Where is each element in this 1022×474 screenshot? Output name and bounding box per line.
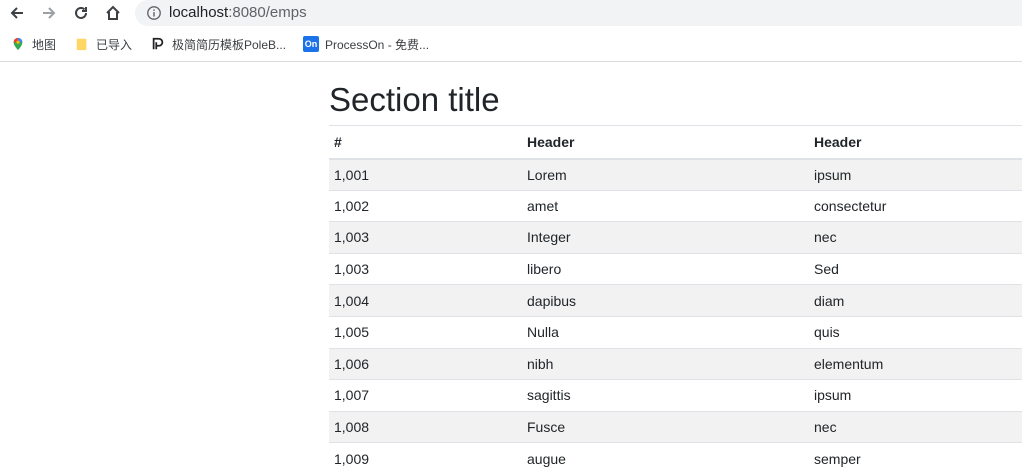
processon-badge: On <box>303 36 319 52</box>
info-icon[interactable] <box>145 4 163 22</box>
table-row: 1,001Loremipsum <box>329 159 1022 191</box>
table-cell: nibh <box>522 348 809 380</box>
url-path: :8080/emps <box>228 4 306 21</box>
table-cell: dapibus <box>522 285 809 317</box>
table-row: 1,004dapibusdiam <box>329 285 1022 317</box>
table-cell: diam <box>809 285 1022 317</box>
table-cell: 1,006 <box>329 348 522 380</box>
poleb-icon <box>150 36 166 52</box>
data-table: # Header Header 1,001Loremipsum1,002amet… <box>329 125 1022 474</box>
home-button[interactable] <box>100 0 126 26</box>
table-header-row: # Header Header <box>329 126 1022 159</box>
back-arrow-icon <box>8 4 26 22</box>
url-text[interactable]: localhost:8080/emps <box>169 4 307 22</box>
table-cell: Fusce <box>522 411 809 443</box>
data-table-container: # Header Header 1,001Loremipsum1,002amet… <box>329 125 1022 474</box>
table-cell: amet <box>522 190 809 222</box>
table-cell: 1,001 <box>329 159 522 191</box>
table-cell: Integer <box>522 222 809 254</box>
address-bar[interactable]: localhost:8080/emps <box>135 0 1022 26</box>
table-row: 1,007sagittisipsum <box>329 380 1022 412</box>
table-row: 1,008Fuscenec <box>329 411 1022 443</box>
table-row: 1,005Nullaquis <box>329 316 1022 348</box>
table-cell: 1,009 <box>329 443 522 474</box>
reload-button[interactable] <box>68 0 94 26</box>
table-cell: Sed <box>809 253 1022 285</box>
forward-button[interactable] <box>36 0 62 26</box>
column-header: Header <box>522 126 809 159</box>
table-cell: 1,005 <box>329 316 522 348</box>
table-cell: Nulla <box>522 316 809 348</box>
bookmarks-bar: 地图 已导入 极简简历模板PoleB... On ProcessOn - 免费.… <box>0 26 1022 62</box>
back-button[interactable] <box>4 0 30 26</box>
table-cell: 1,003 <box>329 253 522 285</box>
bookmark-poleb[interactable]: 极简简历模板PoleB... <box>150 34 286 54</box>
table-body: 1,001Loremipsum1,002ametconsectetur1,003… <box>329 159 1022 474</box>
table-cell: consectetur <box>809 190 1022 222</box>
table-row: 1,009auguesemper <box>329 443 1022 474</box>
page-title: Section title <box>329 80 500 120</box>
url-host: localhost <box>169 4 228 21</box>
table-cell: ipsum <box>809 380 1022 412</box>
table-cell: semper <box>809 443 1022 474</box>
table-cell: quis <box>809 316 1022 348</box>
table-cell: 1,007 <box>329 380 522 412</box>
table-cell: Lorem <box>522 159 809 191</box>
column-header-number: # <box>329 126 522 159</box>
maps-pin-icon <box>10 36 26 52</box>
table-row: 1,003liberoSed <box>329 253 1022 285</box>
bookmark-imported[interactable]: 已导入 <box>74 34 132 54</box>
table-cell: libero <box>522 253 809 285</box>
bookmark-label: 地图 <box>32 36 56 53</box>
table-cell: 1,008 <box>329 411 522 443</box>
processon-icon: On <box>303 36 319 52</box>
browser-toolbar: localhost:8080/emps <box>0 0 1022 26</box>
bookmark-label: ProcessOn - 免费... <box>325 36 429 53</box>
table-row: 1,002ametconsectetur <box>329 190 1022 222</box>
bookmark-maps[interactable]: 地图 <box>10 34 56 54</box>
folder-icon <box>74 36 90 52</box>
table-row: 1,006nibhelementum <box>329 348 1022 380</box>
table-cell: elementum <box>809 348 1022 380</box>
bookmark-processon[interactable]: On ProcessOn - 免费... <box>303 34 429 54</box>
table-cell: 1,004 <box>329 285 522 317</box>
table-cell: nec <box>809 222 1022 254</box>
table-cell: 1,003 <box>329 222 522 254</box>
table-cell: sagittis <box>522 380 809 412</box>
table-cell: nec <box>809 411 1022 443</box>
column-header: Header <box>809 126 1022 159</box>
forward-arrow-icon <box>40 4 58 22</box>
bookmark-label: 极简简历模板PoleB... <box>172 36 286 53</box>
reload-icon <box>72 4 90 22</box>
table-cell: augue <box>522 443 809 474</box>
table-cell: 1,002 <box>329 190 522 222</box>
table-row: 1,003Integernec <box>329 222 1022 254</box>
bookmark-label: 已导入 <box>96 36 132 53</box>
table-cell: ipsum <box>809 159 1022 191</box>
home-icon <box>104 4 122 22</box>
